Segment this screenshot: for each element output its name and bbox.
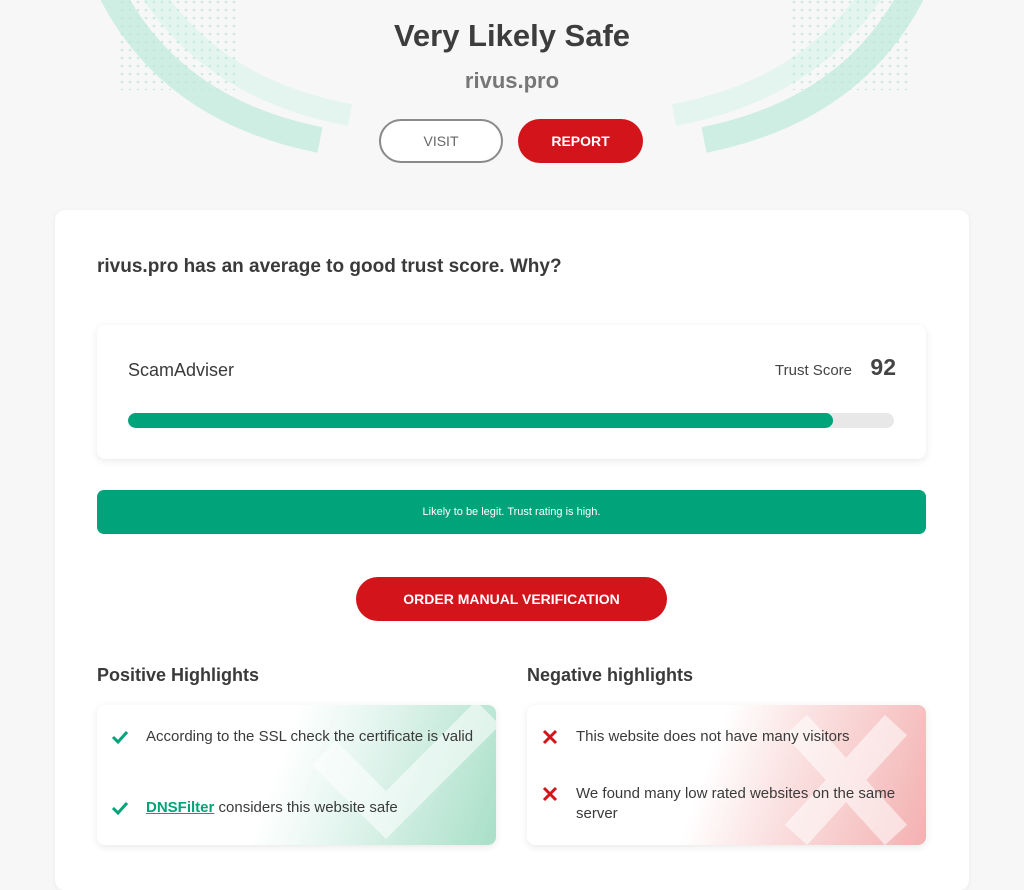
positive-highlight-suffix: considers this website safe xyxy=(214,799,398,816)
score-provider-name: ScamAdviser xyxy=(128,360,235,380)
trust-score-bar-fill xyxy=(128,413,833,428)
negative-highlight-text: We found many low rated websites on the … xyxy=(576,785,896,822)
order-manual-verification-button[interactable]: ORDER MANUAL VERIFICATION xyxy=(356,577,667,621)
positive-highlight-text: DNSFilter considers this website safe xyxy=(146,798,476,818)
trust-score-box: ScamAdviser Trust Score 92 xyxy=(97,325,926,459)
result-card: rivus.pro has an average to good trust s… xyxy=(55,210,969,890)
positive-highlights-box: According to the SSL check the certifica… xyxy=(97,705,496,845)
trust-rating-text: Likely to be legit. Trust rating is high… xyxy=(422,506,601,518)
trust-summary-heading: rivus.pro has an average to good trust s… xyxy=(97,256,562,277)
checkmark-watermark-icon xyxy=(311,705,496,840)
check-icon xyxy=(111,801,129,816)
page-title: Very Likely Safe xyxy=(393,18,631,53)
hero-section: Very Likely Safe rivus.pro VISIT REPORT xyxy=(0,0,1024,210)
negative-highlights-box: This website does not have many visitors… xyxy=(527,705,926,845)
cross-icon xyxy=(542,729,558,745)
report-button[interactable]: REPORT xyxy=(518,119,643,163)
trust-score-bar xyxy=(128,413,894,428)
negative-highlight-text: This website does not have many visitors xyxy=(576,728,850,745)
check-icon xyxy=(111,730,129,745)
trust-score-label: Trust Score xyxy=(775,362,852,379)
trust-score-value: 92 xyxy=(870,354,896,380)
negative-highlights-title: Negative highlights xyxy=(527,665,694,685)
domain-name: rivus.pro xyxy=(464,68,560,93)
cross-watermark-icon xyxy=(784,714,908,845)
cross-icon xyxy=(542,786,558,802)
trust-rating-banner: Likely to be legit. Trust rating is high… xyxy=(97,490,926,534)
dnsfilter-link[interactable]: DNSFilter xyxy=(146,799,214,816)
visit-button[interactable]: VISIT xyxy=(379,119,503,163)
positive-highlight-text: According to the SSL check the certifica… xyxy=(146,728,474,745)
positive-highlights-title: Positive Highlights xyxy=(97,665,260,685)
